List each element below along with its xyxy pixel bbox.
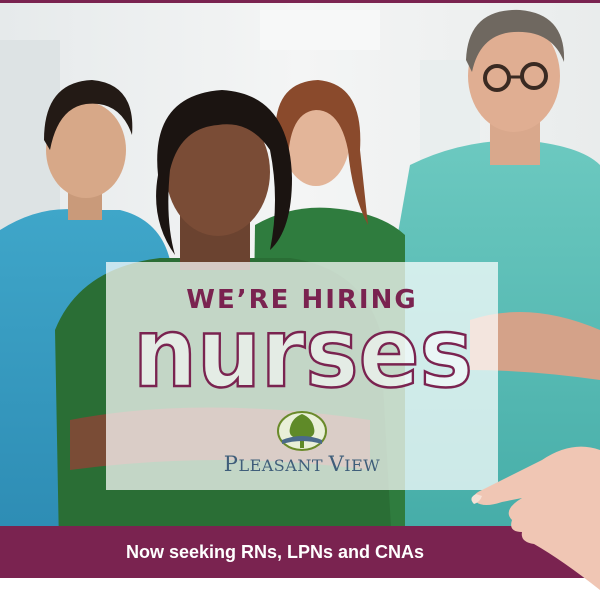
hand-image bbox=[471, 446, 600, 590]
tree-logo-icon bbox=[277, 411, 327, 451]
role-text: nurses bbox=[133, 308, 473, 398]
brand-letter-v: V bbox=[328, 452, 345, 476]
role-title: nurses bbox=[132, 308, 475, 398]
brand-name: PLEASANT VIEW bbox=[106, 452, 498, 476]
brand-letter-p: P bbox=[223, 452, 239, 476]
top-border bbox=[0, 0, 600, 3]
banner-text: Now seeking RNs, LPNs and CNAs bbox=[125, 541, 425, 562]
brand-word-1: LEASANT bbox=[238, 456, 329, 475]
hiring-ad: WE’RE HIRING nurses PLEASANT VIEW Now se… bbox=[0, 0, 600, 600]
brand-word-2: IEW bbox=[344, 456, 381, 475]
